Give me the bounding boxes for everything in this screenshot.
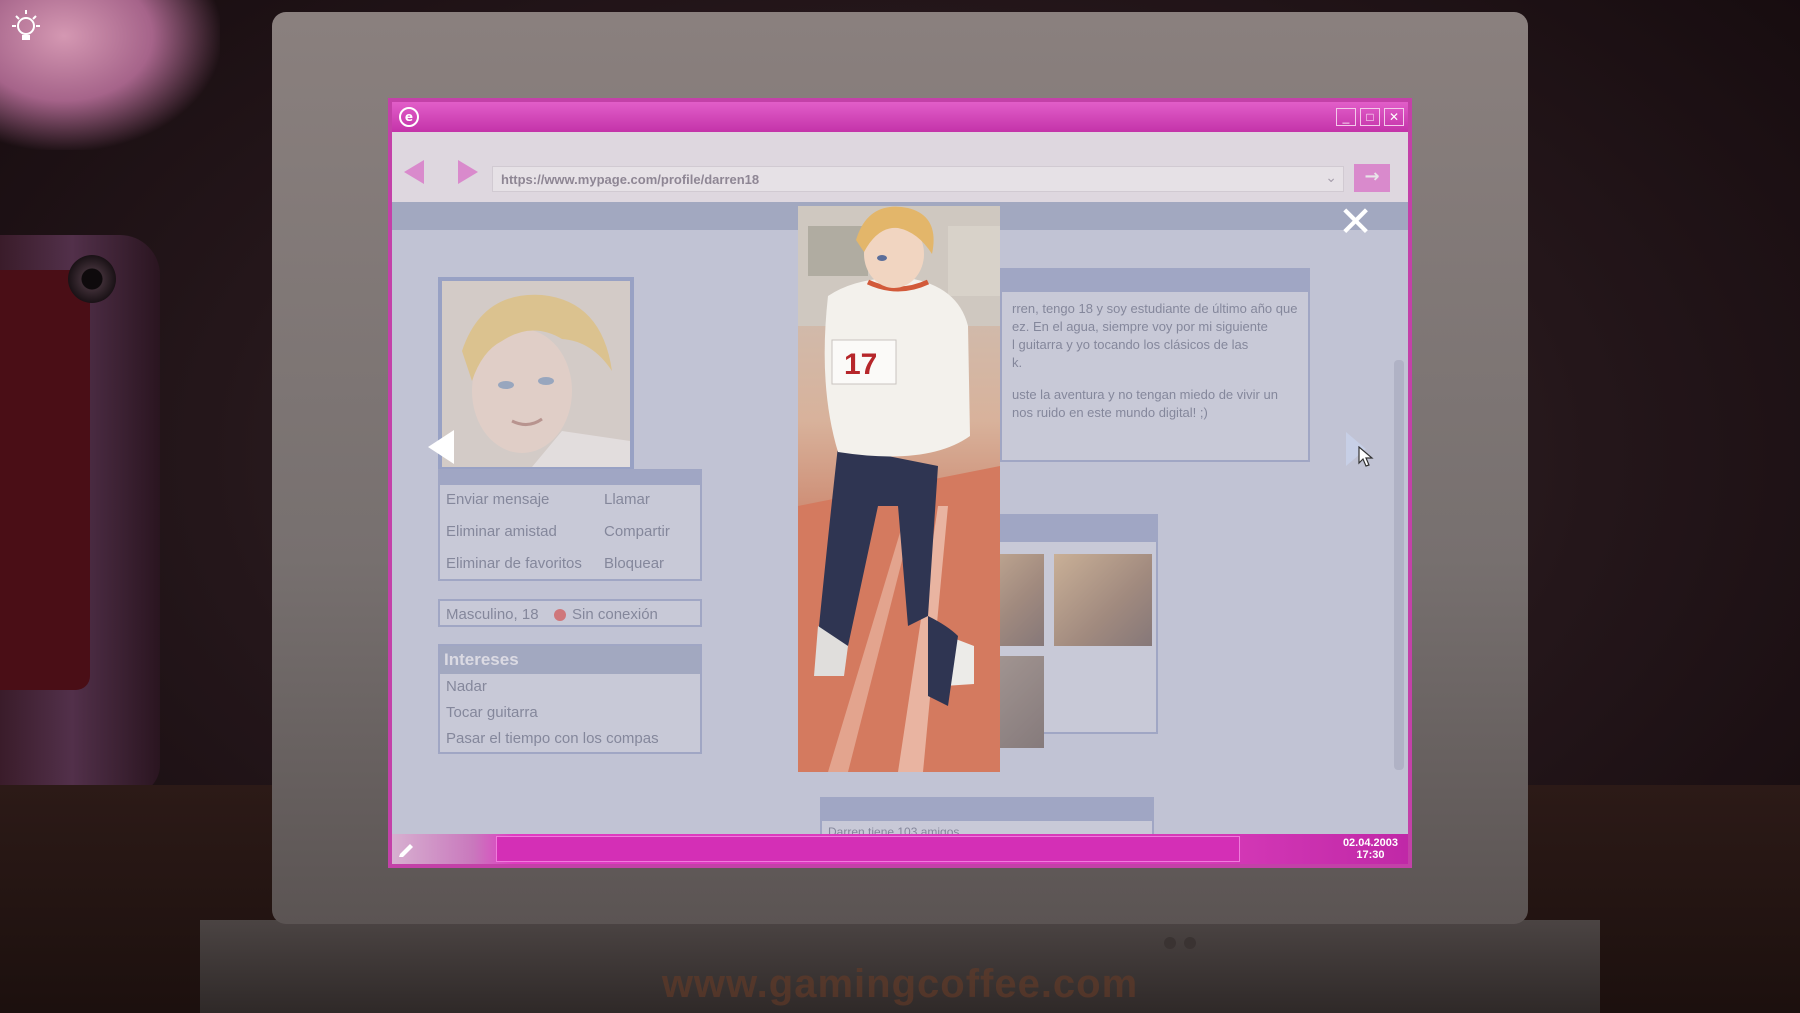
maximize-button[interactable]: □ xyxy=(1360,108,1380,126)
monitor-led xyxy=(1164,937,1176,949)
watermark: www.gamingcoffee.com xyxy=(661,962,1139,1006)
photo-viewer-image: 17 xyxy=(798,206,1000,772)
start-pencil-icon[interactable] xyxy=(398,840,416,858)
running-boy-illustration: 17 xyxy=(798,206,1000,772)
system-clock: 02.04.2003 17:30 xyxy=(1343,837,1398,861)
close-viewer-button[interactable]: ✕ xyxy=(1338,201,1373,243)
minimize-button[interactable]: _ xyxy=(1336,108,1356,126)
previous-photo-button[interactable] xyxy=(428,430,454,464)
taskbar-window-item[interactable] xyxy=(496,836,1240,862)
lamp-knob xyxy=(68,255,116,303)
clock-date: 02.04.2003 xyxy=(1342,837,1398,849)
game-scene: www.gamingcoffee.com e _ □ ✕ https://www… xyxy=(0,0,1800,1013)
browser-window: e _ □ ✕ https://www.mypage.com/profile/d… xyxy=(388,98,1412,868)
lamp-panel xyxy=(0,270,90,690)
browser-logo-icon: e xyxy=(399,107,419,127)
clock-time: 17:30 xyxy=(1356,849,1385,861)
lightbulb-icon[interactable] xyxy=(8,8,44,48)
monitor-led xyxy=(1184,937,1196,949)
taskbar: 02.04.2003 17:30 xyxy=(392,834,1408,864)
close-window-button[interactable]: ✕ xyxy=(1384,108,1404,126)
title-bar: e _ □ ✕ xyxy=(392,102,1408,132)
bib-number: 17 xyxy=(844,348,877,381)
mouse-cursor-icon xyxy=(1358,446,1374,467)
